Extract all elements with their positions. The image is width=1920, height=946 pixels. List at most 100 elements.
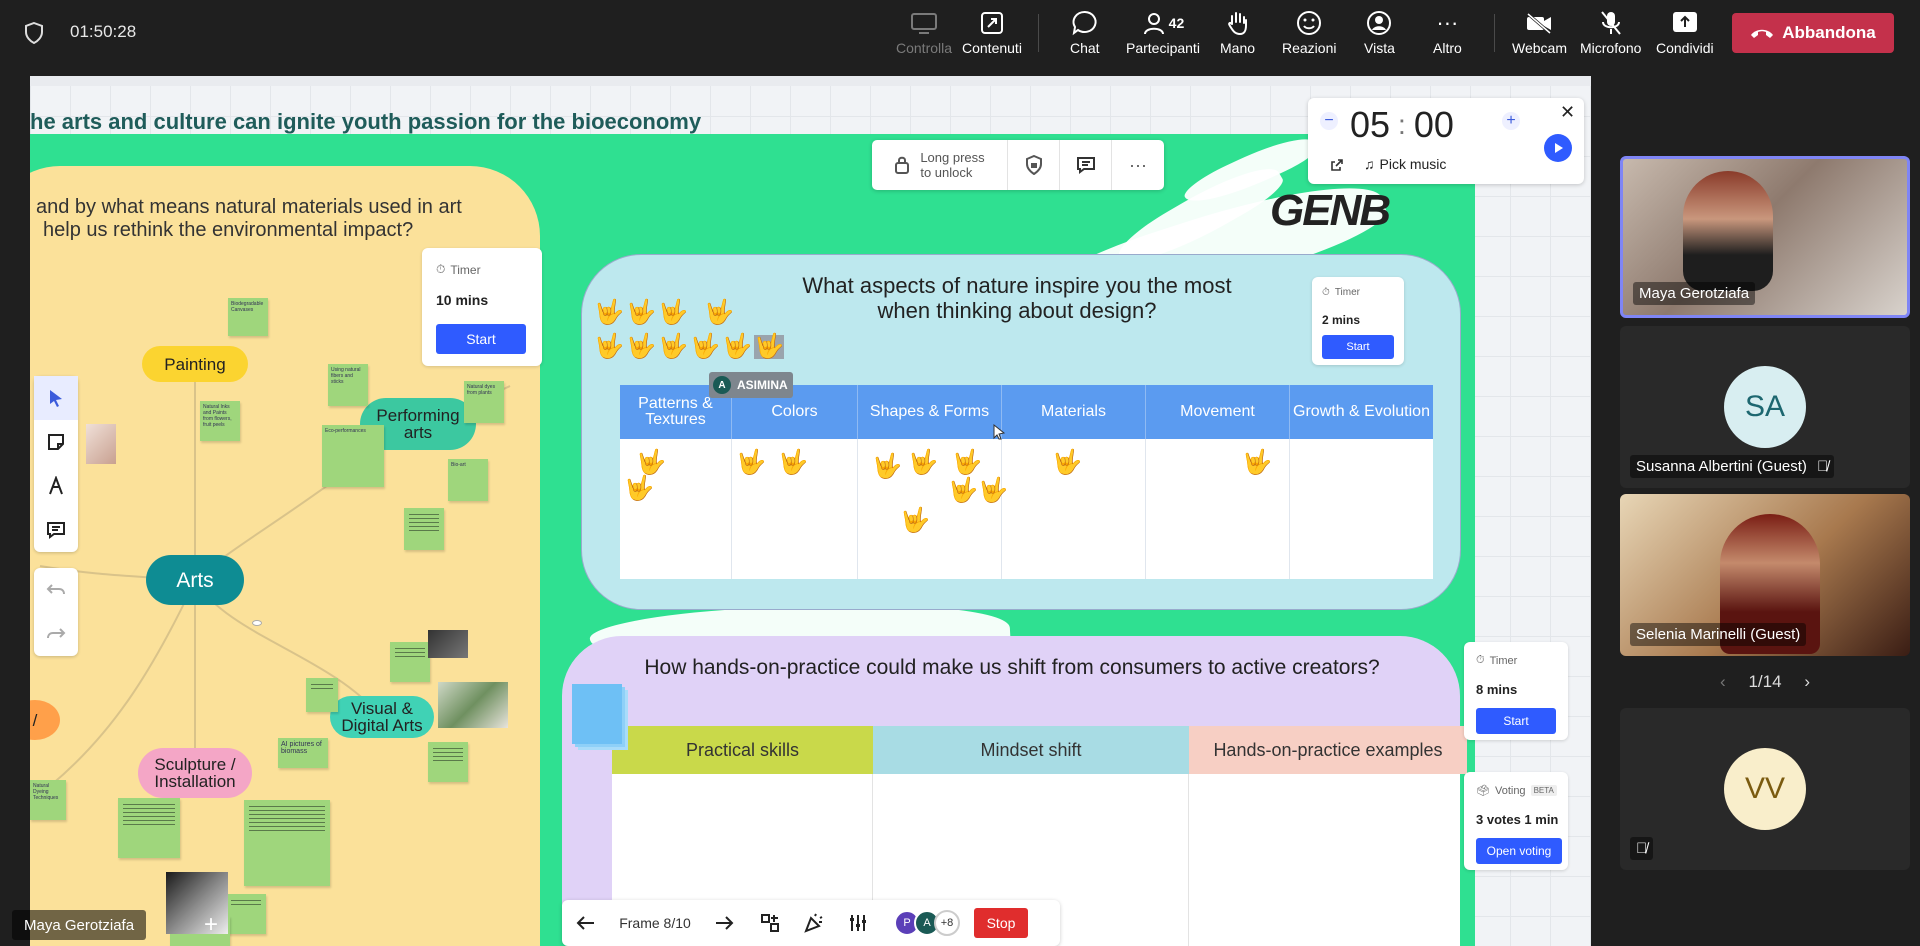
more-options-button[interactable]: ···	[1112, 140, 1164, 190]
decrease-time-button[interactable]: −	[1320, 112, 1338, 130]
celebrate-button[interactable]	[792, 900, 836, 946]
pick-music-button[interactable]: ♫ Pick music	[1364, 156, 1446, 172]
hand-vote[interactable]: 🤟	[636, 451, 666, 475]
unlock-button[interactable]: Long press to unlock	[872, 140, 1008, 190]
comment-button[interactable]	[1060, 140, 1112, 190]
participant-tile[interactable]: Maya Gerotziafa	[1620, 156, 1910, 318]
sticky-note[interactable]: Natural dyes from plants	[464, 381, 504, 423]
sticky-note-stack[interactable]	[572, 684, 622, 744]
previous-frame-button[interactable]	[562, 900, 610, 946]
mindmap-node-sculpture[interactable]: Sculpture / Installation	[138, 748, 252, 798]
inspiration-table: Patterns & Textures Colors Shapes & Form…	[620, 385, 1433, 579]
participants-button[interactable]: 42 Partecipanti	[1126, 10, 1200, 60]
whiteboard-tool-rail	[34, 376, 78, 656]
mindmap-node-arts[interactable]: Arts	[146, 555, 244, 605]
hand-sticker[interactable]: 🤟	[594, 301, 624, 325]
share-button[interactable]: Condividi	[1656, 10, 1714, 60]
raise-hand-button[interactable]: Mano	[1220, 10, 1255, 60]
hand-sticker[interactable]: 🤟	[658, 335, 688, 359]
undo-button[interactable]	[34, 568, 78, 612]
hand-vote[interactable]: 🤟	[1052, 451, 1082, 475]
control-button[interactable]: Controlla	[896, 10, 952, 60]
hand-vote[interactable]: 🤟	[778, 451, 808, 475]
hand-sticker[interactable]: 🤟	[722, 335, 752, 359]
hand-vote[interactable]: 🤟	[736, 451, 766, 475]
pen-tool[interactable]	[34, 464, 78, 508]
content-button[interactable]: Contenuti	[962, 10, 1022, 60]
chat-button[interactable]: Chat	[1070, 10, 1100, 60]
column-cell[interactable]	[1189, 774, 1460, 946]
tool-group-history	[34, 568, 78, 656]
popout-timer-button[interactable]	[1330, 158, 1344, 177]
comment-tool[interactable]	[34, 508, 78, 552]
frames-overview-button[interactable]	[748, 900, 792, 946]
hand-vote[interactable]: 🤟	[978, 479, 1008, 503]
column-cell[interactable]	[1290, 439, 1433, 579]
toolbar-divider	[1494, 14, 1495, 52]
sticky-note[interactable]: Using natural fibers and sticks	[328, 364, 368, 406]
mindmap-node-painting[interactable]: Painting	[142, 346, 248, 382]
sticky-note[interactable]: Biodegradable Canvases	[228, 298, 268, 336]
participant-tile[interactable]: SA Susanna Albertini (Guest) 🎙̸	[1620, 326, 1910, 488]
hand-vote[interactable]: 🤟	[948, 479, 978, 503]
sticky-note[interactable]: Bio-art	[448, 459, 488, 501]
protect-button[interactable]	[1008, 140, 1060, 190]
sticky-note[interactable]: Natural Inks and Paints from flowers, fr…	[200, 401, 240, 441]
hand-vote[interactable]: 🤟	[952, 451, 982, 475]
play-timer-button[interactable]	[1544, 134, 1572, 162]
next-frame-button[interactable]	[700, 900, 748, 946]
hand-vote[interactable]: 🤟	[624, 477, 654, 501]
settings-sliders-button[interactable]	[836, 900, 880, 946]
hand-vote[interactable]: 🤟	[908, 451, 938, 475]
previous-page-button[interactable]: ‹	[1720, 672, 1726, 692]
timer-start-button[interactable]: Start	[1476, 708, 1556, 734]
hand-sticker-selected[interactable]: 🤟	[754, 335, 784, 359]
timer-start-button[interactable]: Start	[1322, 335, 1394, 359]
hand-sticker[interactable]: 🤟	[690, 335, 720, 359]
stop-presenting-button[interactable]: Stop	[974, 908, 1028, 938]
hand-sticker[interactable]: 🤟	[626, 335, 656, 359]
artwork-image[interactable]	[86, 424, 116, 464]
open-voting-button[interactable]: Open voting	[1476, 838, 1562, 864]
presenter-name-label: Maya Gerotziafa	[12, 910, 147, 940]
timer-start-button[interactable]: Start	[436, 324, 526, 354]
hand-sticker[interactable]: 🤟	[626, 301, 656, 325]
reactions-button[interactable]: Reazioni	[1282, 10, 1336, 60]
more-horizontal-icon: ···	[1436, 10, 1459, 35]
increase-time-button[interactable]: +	[1502, 112, 1520, 130]
artwork-image[interactable]	[428, 630, 468, 658]
webcam-button[interactable]: Webcam	[1512, 10, 1567, 60]
hand-vote[interactable]: 🤟	[1242, 451, 1272, 475]
select-tool[interactable]	[34, 376, 78, 420]
sticky-note	[404, 508, 444, 550]
collaborator-avatars[interactable]: P A +8	[880, 900, 962, 946]
hand-vote[interactable]: 🤟	[900, 509, 930, 533]
view-button[interactable]: Vista	[1364, 10, 1395, 60]
leave-button[interactable]: Abbandona	[1732, 13, 1894, 53]
sticky-note-tool[interactable]	[34, 420, 78, 464]
people-icon	[1143, 13, 1164, 35]
next-page-button[interactable]: ›	[1804, 672, 1810, 692]
collaborator-cursor-label: A ASIMINA	[709, 372, 793, 398]
artwork-image[interactable]	[438, 682, 508, 728]
voting-card: 🗳 Voting BETA 3 votes 1 min Open voting	[1464, 772, 1568, 870]
hand-sticker[interactable]: 🤟	[658, 301, 688, 325]
add-reaction-icon[interactable]: +	[196, 910, 226, 940]
mindmap-node-visual-digital-arts[interactable]: Visual & Digital Arts	[330, 696, 434, 738]
microphone-button[interactable]: Microfono	[1580, 10, 1641, 60]
sticky-note[interactable]: Natural Dyeing Techniques	[30, 780, 66, 820]
hand-vote[interactable]: 🤟	[872, 455, 902, 479]
participant-tile[interactable]: Selenia Marinelli (Guest)	[1620, 494, 1910, 656]
undo-icon	[46, 584, 65, 595]
close-timer-button[interactable]: ✕	[1560, 102, 1575, 123]
mouse-cursor-icon	[993, 424, 1005, 440]
hand-sticker[interactable]: 🤟	[594, 335, 624, 359]
sticky-note[interactable]: Eco-performances	[322, 425, 384, 487]
hand-sticker[interactable]: 🤟	[704, 301, 734, 325]
redo-button[interactable]	[34, 612, 78, 656]
comment-icon	[47, 522, 65, 539]
more-button[interactable]: ··· Altro	[1433, 10, 1462, 60]
mic-off-icon: 🎙̸	[1636, 840, 1648, 857]
participant-tile[interactable]: VV 🎙̸	[1620, 708, 1910, 870]
sticky-note[interactable]: AI pictures of biomass	[278, 738, 328, 768]
